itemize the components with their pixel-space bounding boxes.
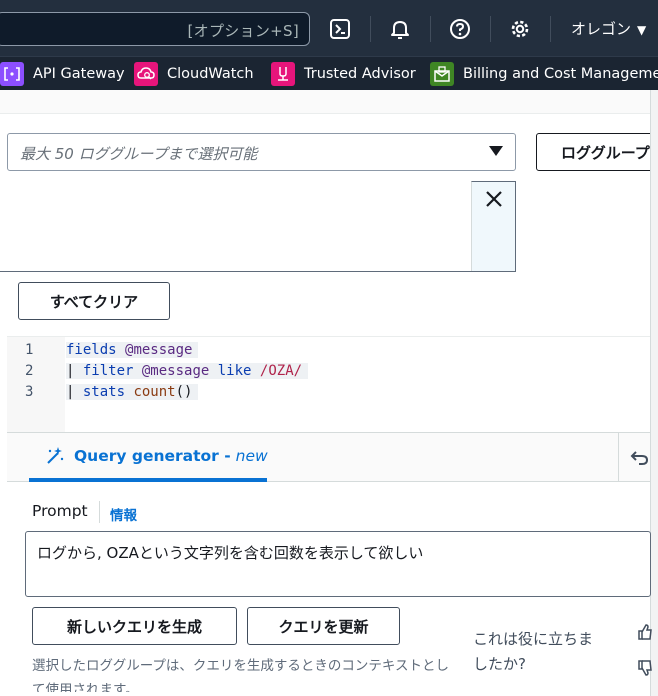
code-token: stats — [82, 384, 126, 400]
code-line: fields @message — [66, 342, 199, 358]
api-gateway-icon — [0, 62, 24, 86]
tab-label: Query generator - — [74, 447, 231, 465]
favorite-trusted-advisor[interactable]: Trusted Advisor — [271, 57, 416, 91]
magic-wand-icon — [47, 447, 64, 464]
search-shortcut-hint: [オプション+S] — [187, 22, 299, 40]
nav-separator — [370, 16, 371, 42]
search-input[interactable]: [オプション+S] — [0, 12, 310, 46]
line-number-gutter — [7, 337, 65, 433]
undo-icon — [630, 451, 649, 465]
code-token: | — [66, 384, 83, 400]
prompt-input[interactable]: ログから, OZAという文字列を含む回数を表示して欲しい — [25, 531, 651, 597]
info-link[interactable]: 情報 — [110, 504, 137, 524]
cloudwatch-icon — [134, 62, 158, 86]
code-token: () — [175, 384, 193, 400]
feedback-text-line1: これは役に立ちま — [473, 630, 594, 648]
thumbs-up-icon[interactable] — [638, 624, 652, 644]
line-number: 3 — [25, 384, 34, 400]
billing-icon — [430, 62, 454, 86]
thumbs-down-icon[interactable] — [638, 660, 652, 680]
log-group-select[interactable]: 最大 50 ロググループまで選択可能 — [7, 133, 516, 171]
caret-down-icon: ▼ — [637, 23, 647, 37]
query-editor[interactable]: 1 2 3 fields @message | filter @message … — [7, 336, 650, 433]
line-number: 2 — [25, 363, 34, 379]
code-token: count — [133, 384, 176, 400]
code-line: | filter @message like /OZA/ — [66, 363, 309, 379]
code-token: | — [66, 363, 83, 379]
settings-gear-icon[interactable] — [505, 14, 535, 44]
query-generator-tabs: Query generator - new — [7, 433, 650, 482]
line-number: 1 — [25, 342, 34, 358]
top-navigation-bar: [オプション+S] オレゴン ▼ — [0, 0, 658, 56]
prompt-label: Prompt — [32, 502, 88, 520]
feedback-text-line2: したか? — [473, 655, 526, 673]
logs-insights-panel: 最大 50 ロググループまで選択可能 ロググループを参照 すべてクリア 1 2 … — [0, 90, 658, 696]
code-token: fields — [66, 342, 117, 358]
favorite-label: Trusted Advisor — [304, 66, 416, 82]
favorite-label: CloudWatch — [167, 66, 254, 82]
region-selector[interactable]: オレゴン ▼ — [571, 18, 646, 39]
scrollbar-track[interactable] — [650, 90, 658, 696]
favorite-api-gateway[interactable]: API Gateway — [0, 57, 125, 91]
favorite-label: Billing and Cost Management — [463, 66, 658, 82]
tab-divider — [618, 433, 619, 482]
clear-all-button[interactable]: すべてクリア — [18, 282, 170, 320]
favorites-bar: API Gateway CloudWatch Trusted Advisor B… — [0, 56, 658, 90]
code-line: | stats count() — [66, 384, 199, 400]
new-badge: new — [235, 447, 268, 465]
code-token: like — [217, 363, 252, 379]
region-label: オレゴン — [571, 20, 632, 38]
nav-separator — [490, 16, 491, 42]
nav-separator — [430, 16, 431, 42]
update-query-button[interactable]: クエリを更新 — [247, 607, 400, 645]
feedback-question: これは役に立ちま したか? — [473, 627, 593, 677]
generate-query-button[interactable]: 新しいクエリを生成 — [32, 607, 237, 645]
caret-down-icon — [489, 146, 503, 156]
code-token: filter — [82, 363, 134, 379]
browse-log-groups-button[interactable]: ロググループを参照 — [536, 133, 658, 171]
code-token: @message — [141, 363, 210, 379]
trusted-advisor-icon — [271, 62, 295, 86]
label-separator — [99, 501, 100, 523]
cloudshell-icon[interactable] — [325, 14, 355, 44]
favorite-label: API Gateway — [33, 66, 125, 82]
help-icon[interactable] — [445, 14, 475, 44]
active-tab-indicator — [29, 478, 267, 482]
selected-log-groups-area — [0, 181, 516, 272]
favorite-billing[interactable]: Billing and Cost Management — [430, 57, 658, 91]
remove-selection-button[interactable] — [471, 181, 515, 271]
notifications-bell-icon[interactable] — [385, 14, 415, 44]
log-group-placeholder: 最大 50 ロググループまで選択可能 — [20, 145, 258, 163]
favorite-cloudwatch[interactable]: CloudWatch — [134, 57, 254, 91]
code-token: @message — [125, 342, 193, 358]
code-token: /OZA/ — [259, 363, 303, 379]
tab-query-generator[interactable]: Query generator - new — [45, 446, 268, 466]
content-header-strip — [0, 90, 650, 114]
close-icon — [485, 191, 502, 207]
undo-button[interactable] — [630, 447, 650, 471]
context-hint-text: 選択したロググループは、クエリを生成するときのコンテキストとして使用されます。 — [32, 658, 450, 692]
nav-separator — [550, 16, 551, 42]
